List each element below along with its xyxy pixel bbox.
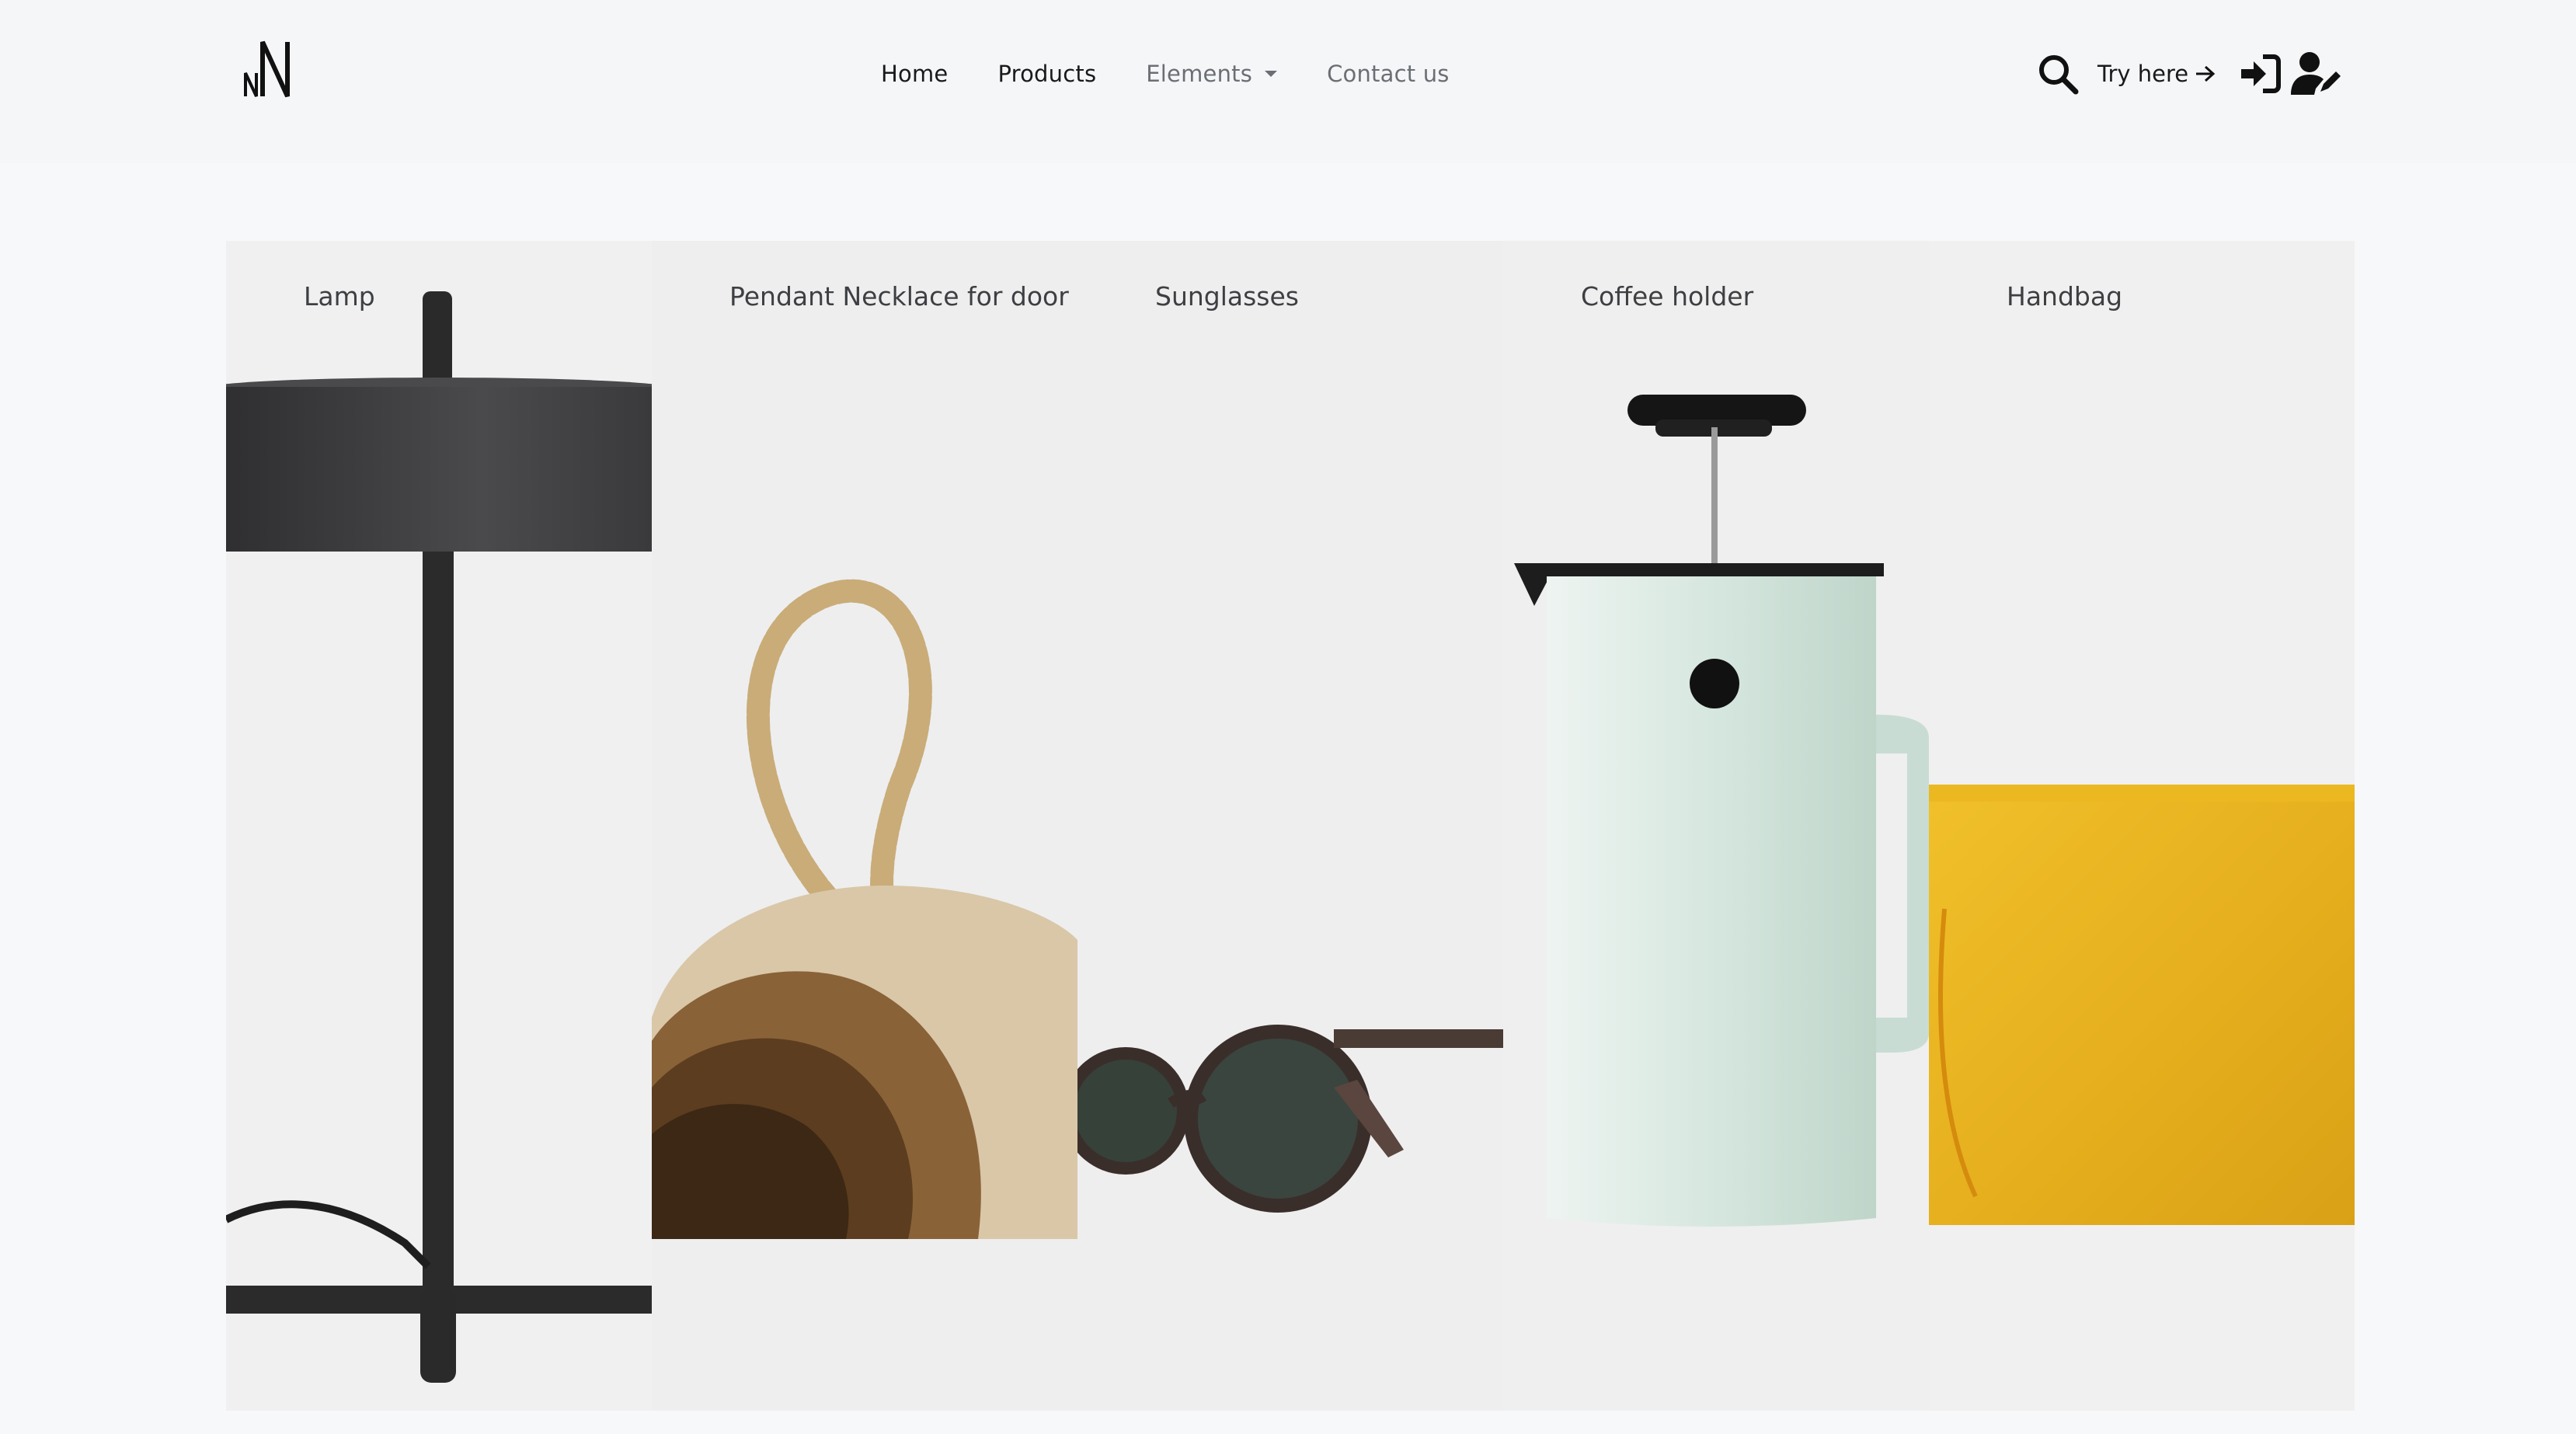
product-card-lamp[interactable]: Lamp bbox=[226, 241, 652, 1411]
nav-contact[interactable]: Contact us bbox=[1327, 61, 1450, 87]
chevron-down-icon bbox=[1265, 71, 1278, 77]
product-label: Sunglasses bbox=[1155, 281, 1299, 312]
product-label: Lamp bbox=[304, 281, 375, 312]
brand-logo[interactable] bbox=[242, 39, 308, 99]
product-card-handbag[interactable]: Handbag bbox=[1929, 241, 2355, 1411]
sign-in-icon[interactable] bbox=[2238, 52, 2282, 96]
nav-elements-label: Elements bbox=[1146, 61, 1253, 87]
nav-home-label: Home bbox=[881, 61, 949, 87]
product-card-sunglasses[interactable]: Sunglasses bbox=[1077, 241, 1503, 1411]
product-label: Coffee holder bbox=[1581, 281, 1754, 312]
sunglasses-image bbox=[1077, 1025, 1503, 1213]
product-card-coffee-holder[interactable]: Coffee holder bbox=[1503, 241, 1929, 1411]
door-stop-image bbox=[652, 579, 1077, 1239]
nav-contact-label: Contact us bbox=[1327, 61, 1450, 87]
nav-products[interactable]: Products bbox=[997, 61, 1096, 87]
main-nav: Home Products Elements Contact us bbox=[881, 54, 1499, 93]
arrow-right-icon bbox=[2196, 65, 2216, 82]
nav-home[interactable]: Home bbox=[881, 61, 948, 87]
product-card-door-stop[interactable]: Pendant Necklace for door bbox=[652, 241, 1077, 1411]
product-label: Pendant Necklace for door bbox=[729, 281, 1069, 312]
product-showcase: Lamp Pendant Necklace for door Sunglasse… bbox=[226, 241, 2355, 1411]
nav-products-label: Products bbox=[997, 61, 1097, 87]
site-header: Home Products Elements Contact us Try he… bbox=[0, 0, 2576, 163]
coffee-press-image bbox=[1514, 395, 1929, 1227]
header-tools: Try here bbox=[2035, 48, 2342, 99]
product-label: Handbag bbox=[2007, 281, 2123, 312]
try-here-link[interactable]: Try here bbox=[2097, 61, 2216, 87]
handbag-image bbox=[1929, 785, 2355, 1225]
lamp-image bbox=[226, 291, 652, 1383]
try-here-label: Try here bbox=[2097, 61, 2189, 87]
nav-elements-dropdown[interactable]: Elements bbox=[1146, 61, 1278, 87]
user-edit-icon[interactable] bbox=[2291, 51, 2342, 96]
search-icon[interactable] bbox=[2035, 51, 2080, 96]
